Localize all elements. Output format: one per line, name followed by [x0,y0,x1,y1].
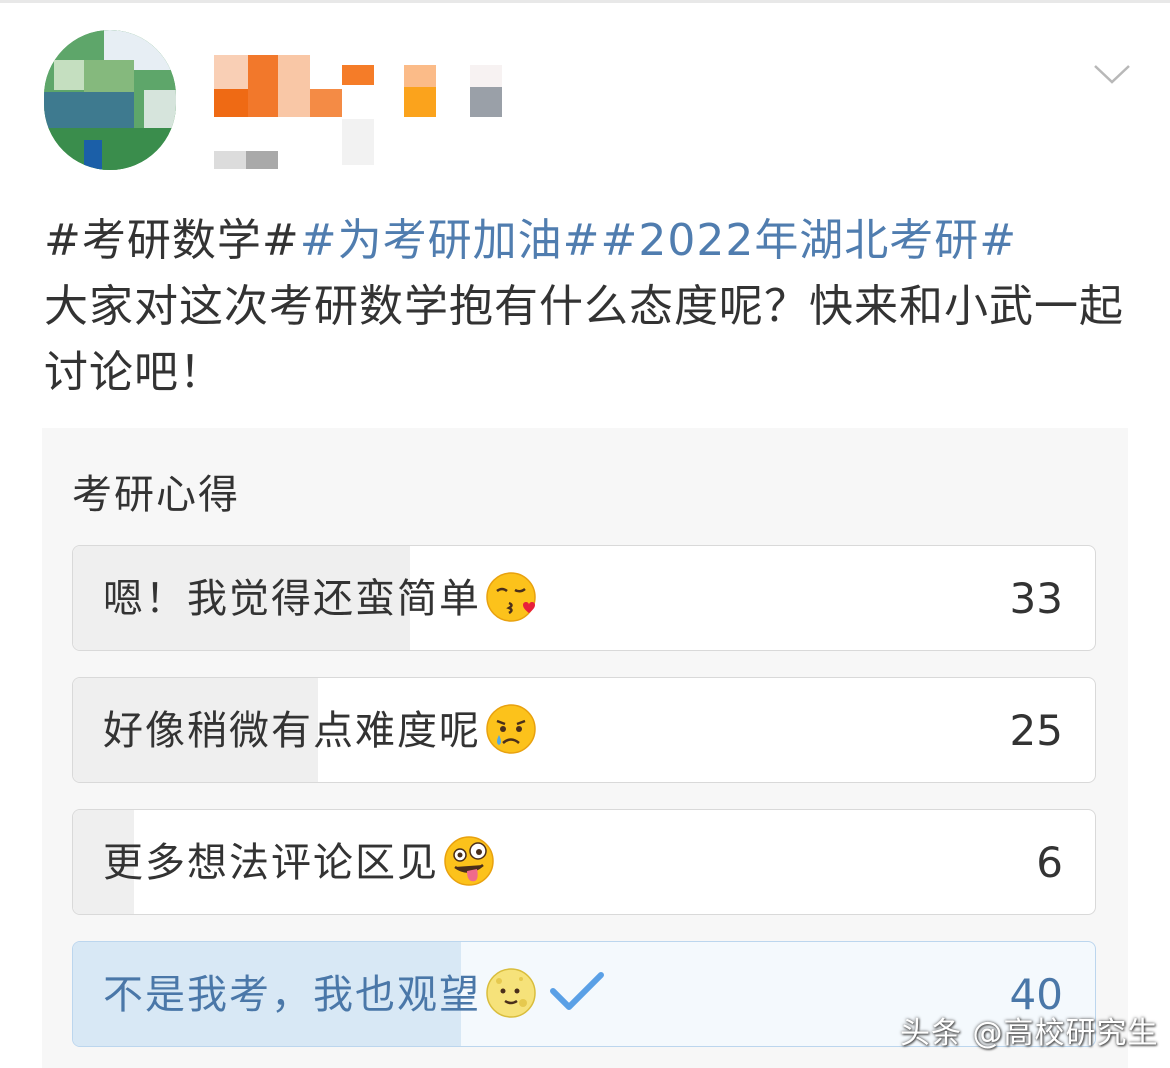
poll-option-count: 25 [1009,706,1063,755]
crying-face-emoji-icon [486,704,536,754]
poll-option-3[interactable]: 更多想法评论区见 6 [72,809,1096,915]
kissing-heart-emoji-icon [486,572,536,622]
checkmark-icon [550,972,604,1010]
username-redacted[interactable] [214,55,514,175]
post-body: 大家对这次考研数学抱有什么态度呢？快来和小武一起讨论吧！ [44,281,1124,398]
top-divider [0,0,1170,3]
poll-card: 考研心得 嗯！我觉得还蛮简单 33 好像稍微有点难度呢 25 更多想法评论区见 … [42,428,1128,1068]
poll-option-count: 33 [1009,574,1063,623]
poll-option-2[interactable]: 好像稍微有点难度呢 25 [72,677,1096,783]
hashtag-kaoyan-math[interactable]: #考研数学# [44,215,300,266]
watermark: 头条 @高校研究生 [900,1016,1159,1051]
poll-option-label: 更多想法评论区见 [103,840,439,886]
moon-face-emoji-icon [486,968,536,1018]
hashtag-jiayou[interactable]: #为考研加油# [300,215,601,266]
chevron-down-icon[interactable] [1092,60,1132,90]
avatar[interactable] [44,30,176,170]
zany-face-emoji-icon [444,836,494,886]
poll-title: 考研心得 [72,472,240,518]
poll-option-label: 不是我考，我也观望 [103,972,481,1018]
poll-option-1[interactable]: 嗯！我觉得还蛮简单 33 [72,545,1096,651]
poll-option-count: 6 [1036,838,1063,887]
hashtag-hubei-2022[interactable]: #2022年湖北考研# [600,215,1017,266]
poll-option-label: 好像稍微有点难度呢 [103,708,481,754]
poll-option-label: 嗯！我觉得还蛮简单 [103,576,481,622]
post-text: #考研数学##为考研加油##2022年湖北考研# 大家对这次考研数学抱有什么态度… [44,208,1134,406]
